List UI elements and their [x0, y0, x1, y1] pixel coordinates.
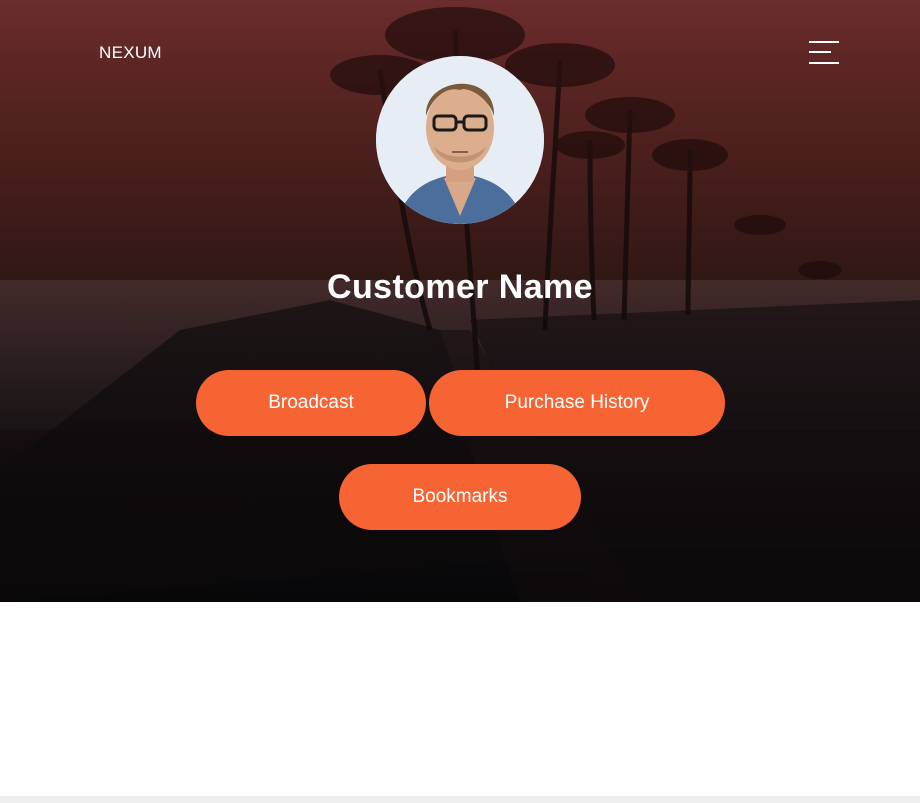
bookmarks-button[interactable]: Bookmarks — [339, 464, 581, 530]
hamburger-menu-icon[interactable] — [806, 38, 842, 68]
brand-logo[interactable]: NEXUM — [99, 43, 162, 63]
avatar — [376, 56, 544, 224]
profile-photo — [376, 56, 544, 224]
footer-strip — [0, 796, 920, 803]
profile-hero: NEXUM Customer Name Broadcast Purchase H… — [0, 0, 920, 602]
customer-name: Customer Name — [327, 268, 593, 306]
menu-line — [809, 51, 831, 53]
broadcast-button[interactable]: Broadcast — [196, 370, 426, 436]
menu-line — [809, 62, 839, 64]
menu-line — [809, 41, 839, 43]
content-area — [0, 602, 920, 796]
purchase-history-button[interactable]: Purchase History — [429, 370, 725, 436]
